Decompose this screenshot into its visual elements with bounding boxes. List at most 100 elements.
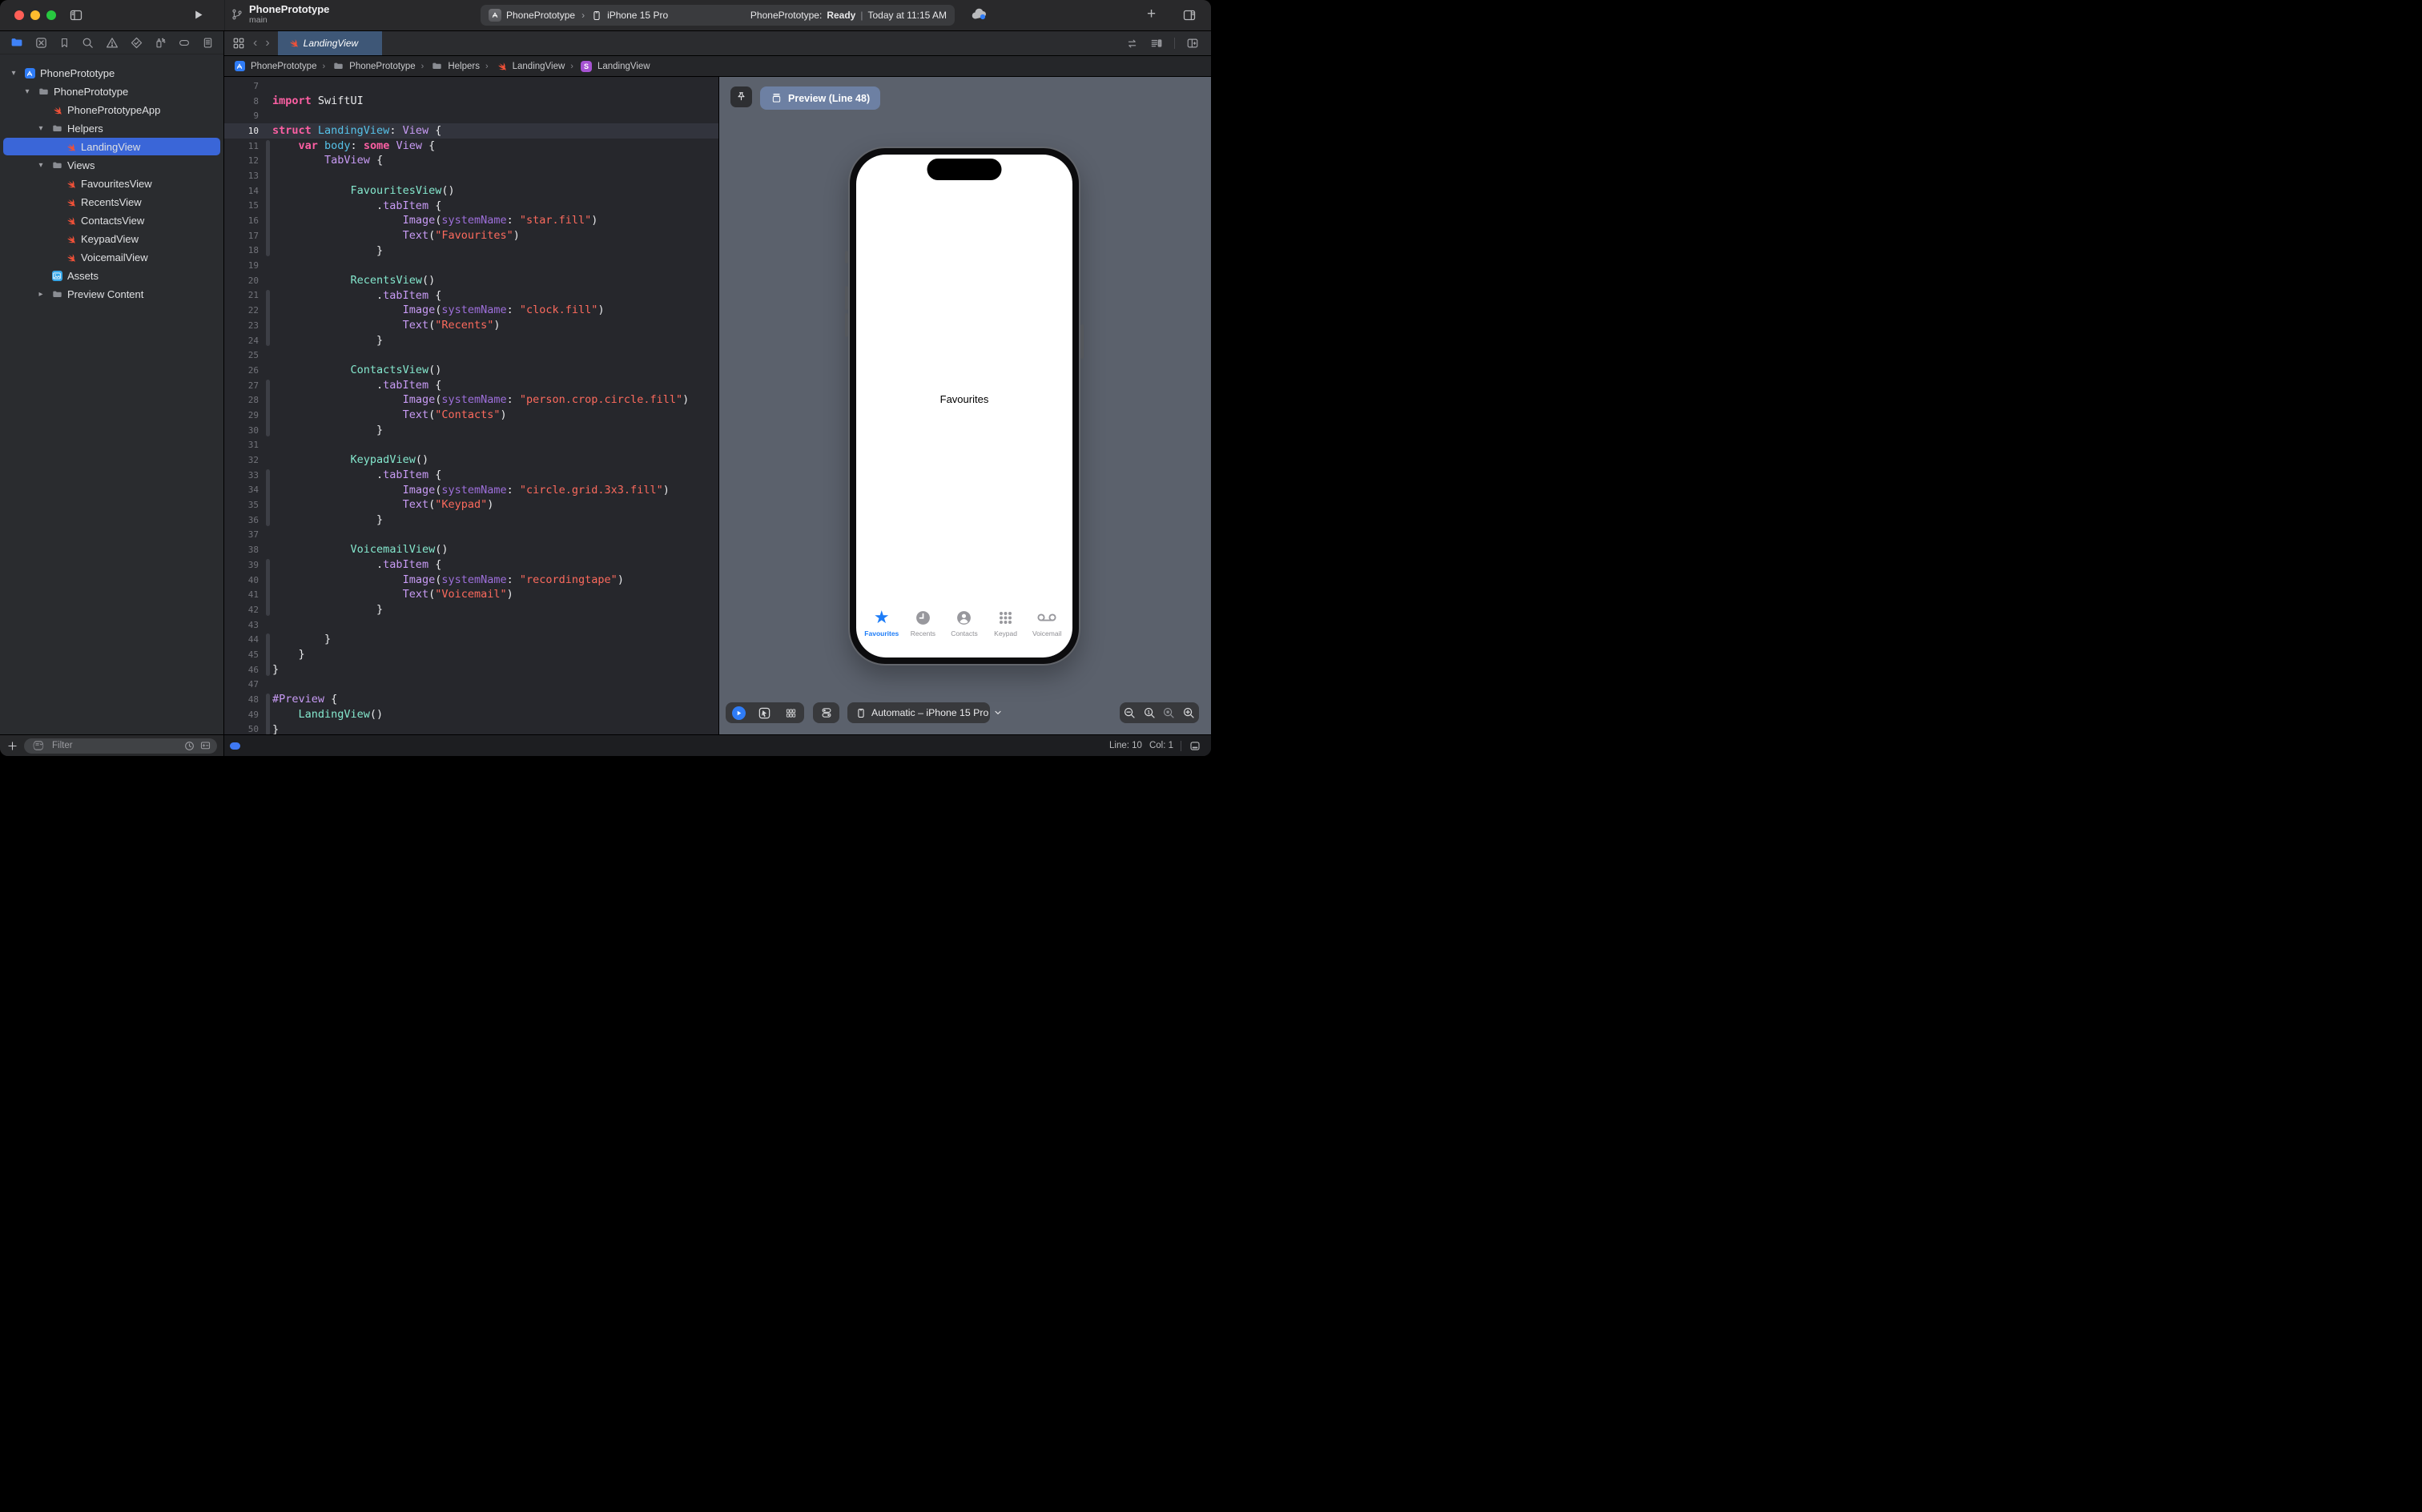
line-number[interactable]: 37 [224,529,264,540]
line-number[interactable]: 49 [224,710,264,720]
line-number[interactable]: 15 [224,200,264,211]
line-number[interactable]: 26 [224,365,264,376]
fold-ribbon[interactable] [264,182,272,199]
fold-ribbon[interactable] [264,497,272,513]
fold-ribbon[interactable] [264,632,272,649]
sidebar-item-keypadview[interactable]: KeypadView [0,230,223,248]
line-number[interactable]: 11 [224,141,264,151]
sidebar-item-voicemailview[interactable]: VoicemailView [0,248,223,267]
fold-ribbon[interactable] [264,586,272,604]
line-number[interactable]: 35 [224,500,264,510]
related-items-icon[interactable] [232,37,245,50]
line-number[interactable]: 22 [224,305,264,316]
line-number[interactable]: 30 [224,425,264,436]
add-editor-button[interactable]: + [1147,6,1156,23]
breadcrumb-item-1[interactable]: PhonePrototype [331,61,416,71]
selectable-mode-button[interactable] [758,706,771,720]
line-number[interactable]: 44 [224,634,264,645]
navigator-tab-search[interactable] [81,36,95,50]
fold-ribbon[interactable] [264,212,272,229]
line-number[interactable]: 8 [224,96,264,107]
adjust-editor-icon[interactable] [1125,38,1139,50]
line-number[interactable]: 20 [224,275,264,286]
sidebar-item-phoneprototype[interactable]: ▾ PhonePrototype [0,82,223,101]
fold-ribbon[interactable] [264,468,272,484]
sidebar-item-preview-content[interactable]: ▸ Preview Content [0,285,223,304]
device-settings-button[interactable] [820,706,833,719]
navigator-tab-tag[interactable] [177,37,191,49]
line-number[interactable]: 12 [224,155,264,166]
breadcrumb-item-2[interactable]: Helpers [429,61,480,71]
chevron-down-icon[interactable]: ▾ [35,124,46,133]
editor-options-icon[interactable] [1149,37,1164,50]
sidebar-item-phoneprototype[interactable]: ▾ PhonePrototype [0,64,223,82]
line-number[interactable]: 48 [224,694,264,705]
editor-tab[interactable]: LandingView [277,31,383,55]
scheme-selector[interactable]: PhonePrototype [506,10,575,21]
line-number[interactable]: 32 [224,455,264,465]
navigator-tab-spray[interactable] [154,36,167,50]
line-number[interactable]: 14 [224,186,264,196]
sidebar-item-landingview[interactable]: LandingView [0,138,223,156]
chevron-down-icon[interactable]: ▾ [35,161,46,170]
breadcrumb-item-3[interactable]: LandingView [494,61,565,72]
fold-ribbon[interactable] [264,601,272,617]
fold-ribbon[interactable] [264,407,272,424]
fold-ribbon[interactable] [264,706,272,723]
line-number[interactable]: 29 [224,410,264,420]
fold-ribbon[interactable] [264,139,272,155]
zoom-100-button[interactable]: 1 [1143,706,1157,720]
run-destination[interactable]: iPhone 15 Pro [607,10,668,21]
navigator-tab-source-control[interactable] [34,36,48,50]
line-number[interactable]: 18 [224,245,264,255]
fold-ribbon[interactable] [264,438,272,453]
close-button[interactable] [14,10,24,20]
line-number[interactable]: 27 [224,380,264,391]
line-number[interactable]: 31 [224,440,264,450]
line-number[interactable]: 19 [224,260,264,271]
filter-field[interactable]: Filter [24,738,217,754]
fold-ribbon[interactable] [264,481,272,499]
fold-ribbon[interactable] [264,617,272,633]
line-number[interactable]: 38 [224,545,264,555]
breadcrumb-item-0[interactable]: PhonePrototype [232,61,316,71]
sidebar-item-contactsview[interactable]: ContactsView [0,211,223,230]
navigator-tab-warning[interactable] [105,36,119,50]
sidebar-item-helpers[interactable]: ▾ Helpers [0,119,223,138]
iphone-preview[interactable]: Favourites ★ Favourites Recents Contacts Key… [845,147,1084,666]
source-editor[interactable]: 7 8 import SwiftUI 9 10 struct LandingView: V… [224,77,718,735]
sidebar-item-favouritesview[interactable]: FavouritesView [0,175,223,193]
fold-ribbon[interactable] [264,302,272,319]
fold-ribbon[interactable] [264,167,272,184]
line-number[interactable]: 45 [224,649,264,660]
fold-ribbon[interactable] [264,721,272,735]
fold-ribbon[interactable] [264,78,272,94]
pin-preview-button[interactable] [730,86,752,107]
fold-ribbon[interactable] [264,661,272,678]
fold-ribbon[interactable] [264,571,272,589]
navigator-tab-report[interactable] [202,36,214,50]
fold-ribbon[interactable] [264,557,272,573]
fold-ribbon[interactable] [264,692,272,708]
phone-tab-contacts[interactable]: Contacts [943,608,985,643]
zoom-button[interactable] [46,10,56,20]
sidebar-item-phoneprototypeapp[interactable]: PhonePrototypeApp [0,101,223,119]
line-number[interactable]: 25 [224,350,264,360]
line-number[interactable]: 24 [224,336,264,346]
add-file-button[interactable] [6,740,18,752]
sidebar-item-views[interactable]: ▾ Views [0,156,223,175]
line-number[interactable]: 43 [224,620,264,630]
split-editor-icon[interactable] [1185,37,1200,50]
variants-button[interactable] [784,707,798,719]
fold-ribbon[interactable] [264,123,272,139]
line-number[interactable]: 13 [224,171,264,181]
filter-options-icon[interactable] [29,740,48,751]
line-number[interactable]: 46 [224,665,264,675]
fold-ribbon[interactable] [264,452,272,468]
line-number[interactable]: 7 [224,81,264,91]
phone-tab-keypad[interactable]: Keypad [985,608,1027,643]
zoom-out-button[interactable] [1123,706,1137,720]
navigator-tab-bookmark[interactable] [58,36,70,50]
fold-ribbon[interactable] [264,197,272,215]
fold-ribbon[interactable] [264,378,272,394]
